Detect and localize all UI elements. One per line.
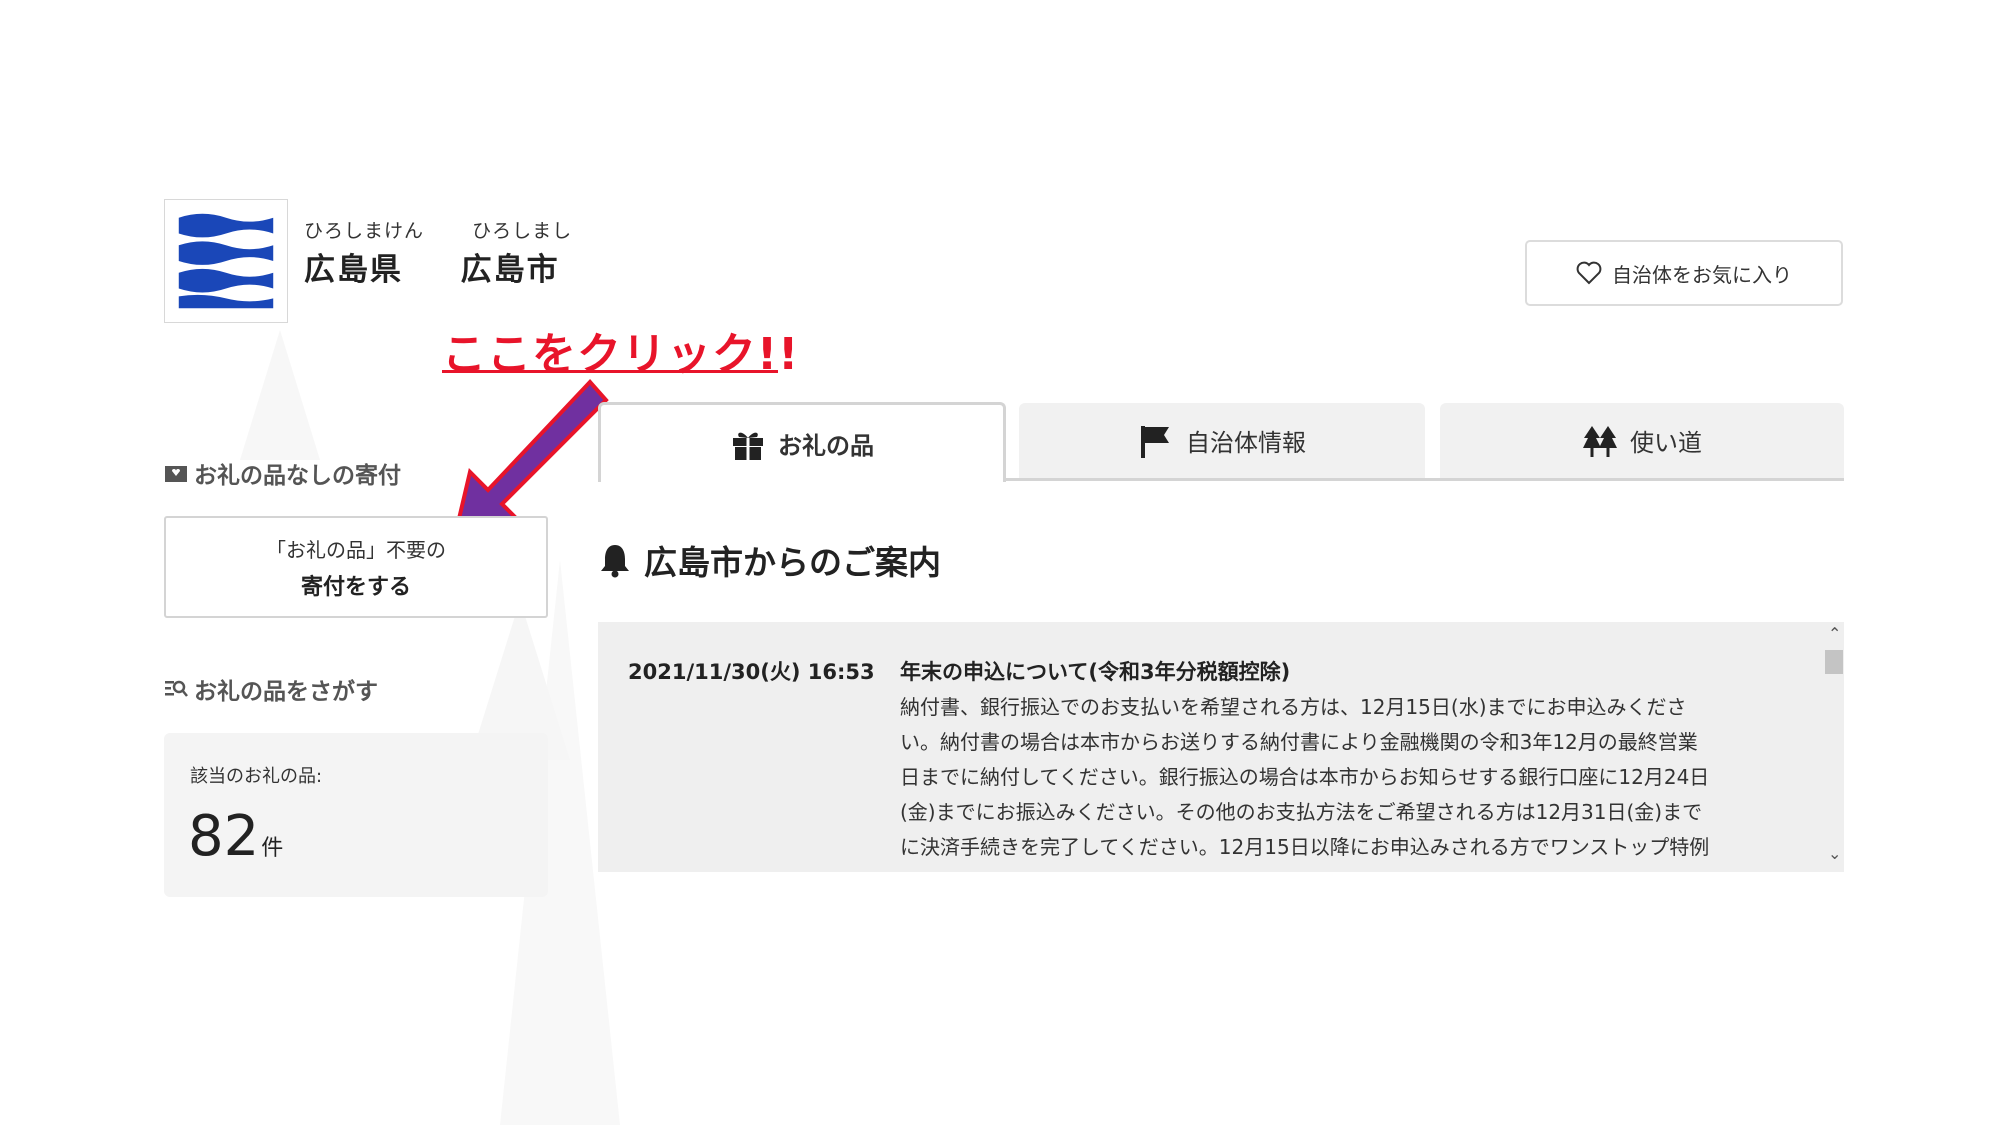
matching-gifts-count: 82件 bbox=[188, 804, 283, 869]
search-list-icon bbox=[165, 680, 188, 697]
favorite-municipality-button[interactable]: 自治体をお気に入り bbox=[1525, 240, 1843, 306]
no-gift-section-title: お礼の品なしの寄付 bbox=[164, 456, 401, 490]
pref-reading: ひろしまけん bbox=[304, 220, 425, 242]
matching-gifts-label: 該当のお礼の品: bbox=[190, 766, 323, 787]
city-reading: ひろしまけん ひろしまし bbox=[304, 216, 572, 243]
donate-without-gift-button[interactable]: 「お礼の品」不要の 寄付をする bbox=[164, 516, 548, 618]
tab-usage-label: 使い道 bbox=[1630, 429, 1702, 457]
gift-icon bbox=[733, 432, 763, 460]
news-body-line: (金)までにお振込みください。その他のお支払方法をご希望される方は12月31日(… bbox=[900, 800, 1703, 824]
city-reading-text: ひろしまし bbox=[472, 220, 573, 242]
tab-gifts-label: お礼の品 bbox=[778, 432, 874, 460]
gift-search-section-title: お礼の品をさがす bbox=[164, 672, 378, 706]
tab-municipality-info-label: 自治体情報 bbox=[1186, 429, 1306, 457]
tab-municipality-info[interactable]: 自治体情報 bbox=[1019, 403, 1425, 478]
trees-icon bbox=[1583, 425, 1617, 457]
count-unit: 件 bbox=[261, 836, 284, 861]
announcements-panel[interactable]: 2021/11/30(火) 16:53 年末の申込について(令和3年分税額控除)… bbox=[598, 622, 1844, 872]
count-number: 82 bbox=[188, 804, 260, 869]
tab-usage[interactable]: 使い道 bbox=[1440, 403, 1844, 478]
news-body: 納付書、銀行振込でのお支払いを希望される方は、12月15日(水)までにお申込みく… bbox=[900, 690, 1800, 865]
city-name: 広島市 bbox=[460, 252, 560, 288]
news-body-line: 日までに納付してください。銀行振込の場合は本市からお知らせする銀行口座に12月2… bbox=[900, 765, 1710, 789]
hiroshima-emblem-icon bbox=[165, 200, 287, 322]
pref-name: 広島県 bbox=[304, 252, 403, 288]
favorite-label: 自治体をお気に入り bbox=[1612, 262, 1792, 287]
news-date: 2021/11/30(火) 16:53 bbox=[628, 660, 875, 684]
heart-icon bbox=[1576, 261, 1602, 285]
search-title-text: お礼の品をさがす bbox=[194, 679, 378, 705]
no-gift-title-text: お礼の品なしの寄付 bbox=[194, 463, 401, 489]
scroll-down-icon[interactable]: ⌄ bbox=[1828, 844, 1841, 863]
city-logo bbox=[164, 199, 288, 323]
tab-active-gap bbox=[601, 478, 1003, 481]
news-title: 年末の申込について(令和3年分税額控除) bbox=[900, 660, 1291, 684]
bell-icon bbox=[601, 545, 629, 578]
news-body-line: に決済手続きを完了してください。12月15日以降にお申込みされる方でワンストップ… bbox=[900, 835, 1710, 859]
announcements-title-text: 広島市からのご案内 bbox=[644, 543, 941, 582]
scroll-up-icon[interactable]: ⌃ bbox=[1828, 624, 1841, 643]
tab-gifts[interactable]: お礼の品 bbox=[598, 402, 1006, 482]
city-title: 広島県 広島市 bbox=[304, 244, 560, 289]
no-gift-button-line1: 「お礼の品」不要の bbox=[266, 537, 446, 562]
flag-icon bbox=[1141, 425, 1169, 458]
envelope-heart-icon bbox=[165, 466, 187, 482]
no-gift-button-line2: 寄付をする bbox=[300, 574, 411, 600]
announcements-title: 広島市からのご案内 bbox=[598, 536, 941, 584]
news-body-line: 納付書、銀行振込でのお支払いを希望される方は、12月15日(水)までにお申込みく… bbox=[900, 695, 1687, 719]
news-body-line: い。納付書の場合は本市からお送りする納付書により金融機関の令和3年12月の最終営… bbox=[900, 730, 1698, 754]
scrollbar-thumb[interactable] bbox=[1825, 650, 1843, 674]
